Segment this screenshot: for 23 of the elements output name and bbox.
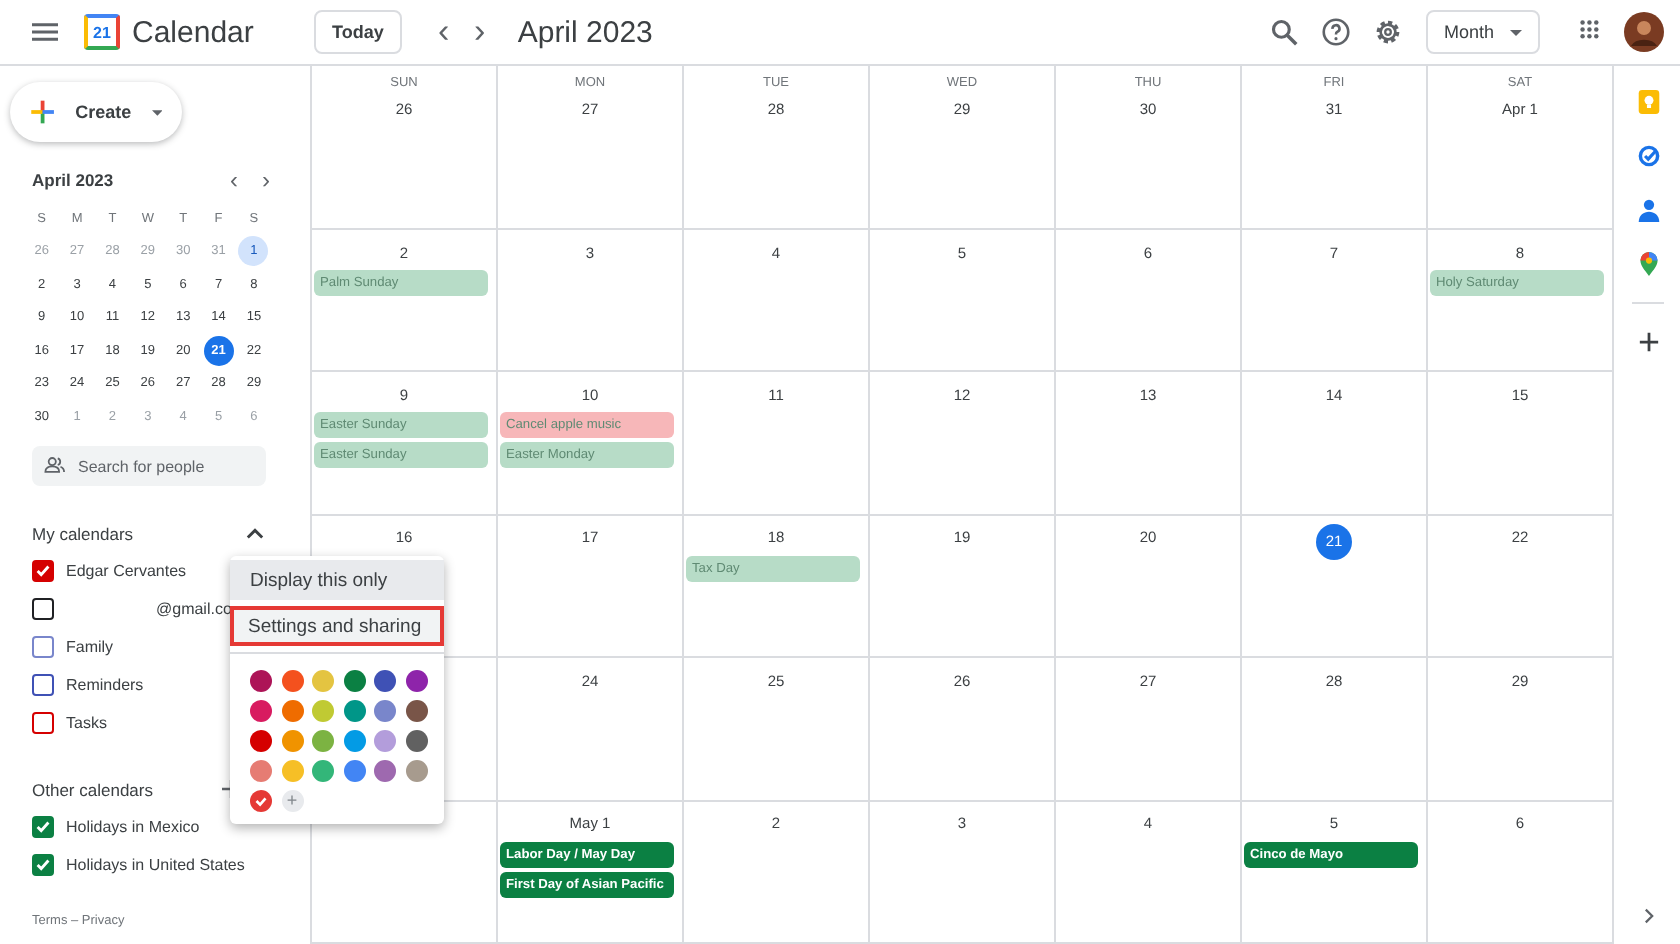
next-button[interactable]: › <box>461 14 498 50</box>
calendar-name: Tasks <box>66 713 107 731</box>
section-title: My calendars <box>32 523 134 543</box>
calendar-name: Family <box>66 637 114 655</box>
mini-calendar-title: April 2023 <box>32 170 116 190</box>
calendar-name: Holidays in Mexico <box>66 817 200 835</box>
calendar-logo: 21 <box>84 14 120 50</box>
calendar-name: @gmail.co <box>156 599 232 617</box>
previous-month-button[interactable]: ‹ <box>218 166 250 194</box>
month-title: April 2023 <box>517 15 653 49</box>
section-title: Other calendars <box>32 779 153 799</box>
view-dropdown[interactable]: Month <box>1425 10 1540 54</box>
calendar-name: Holidays in United States <box>66 855 245 873</box>
menu-item[interactable]: Settings and sharing <box>230 606 444 646</box>
people-search-field[interactable]: Search for people <box>32 446 266 486</box>
today-button[interactable]: Today <box>314 10 402 54</box>
previous-button[interactable]: ‹ <box>425 14 462 50</box>
next-month-button[interactable]: › <box>250 166 282 194</box>
calendar-name: Edgar Cervantes <box>66 561 187 579</box>
create-button[interactable]: Create <box>10 82 182 142</box>
menu-item[interactable]: Display this only <box>230 560 444 600</box>
app-name: Calendar <box>132 15 256 49</box>
calendar-name: Reminders <box>66 675 144 693</box>
